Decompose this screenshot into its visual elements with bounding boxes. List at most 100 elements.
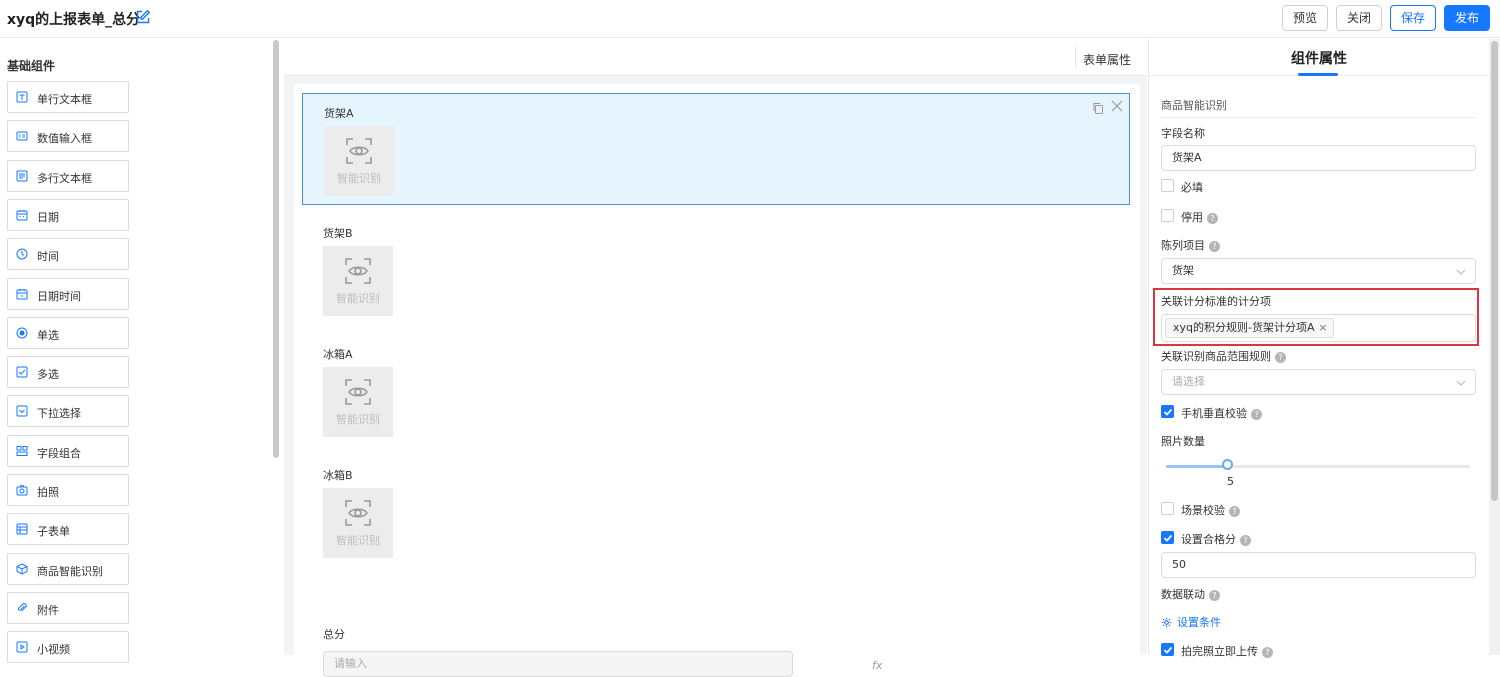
cube-icon [16, 563, 28, 575]
help-icon[interactable]: ? [1251, 409, 1262, 420]
display-item-select[interactable]: 货架 [1161, 258, 1476, 284]
field-name-input[interactable]: 货架A [1161, 145, 1476, 171]
page-scrollbar[interactable] [1489, 39, 1500, 655]
tab-form-properties[interactable]: 表单属性 [1083, 51, 1131, 68]
component-video[interactable]: 小视频 [7, 631, 129, 664]
check-icon [1163, 408, 1173, 416]
tab-component-properties[interactable]: 组件属性 [1149, 48, 1489, 68]
video-icon [16, 641, 28, 653]
component-label: 多选 [37, 368, 59, 382]
scene-check-label: 场景校验? [1181, 502, 1240, 518]
component-cube[interactable]: 商品智能识别 [7, 552, 129, 585]
smart-recognition-widget: 智能识别 [323, 246, 393, 316]
component-datetime[interactable]: 日期时间 [7, 277, 129, 310]
field-label: 冰箱A [323, 348, 353, 361]
scrollbar-thumb[interactable] [1491, 41, 1498, 501]
component-paperclip[interactable]: 附件 [7, 591, 129, 624]
scoring-item-label: 关联计分标准的计分项 [1161, 295, 1271, 308]
photo-count-slider[interactable] [1166, 465, 1470, 468]
slider-handle[interactable] [1221, 459, 1233, 470]
help-icon[interactable]: ? [1229, 506, 1240, 517]
component-label: 拍照 [37, 486, 59, 499]
disabled-label: 停用? [1181, 209, 1218, 225]
component-checkbox[interactable]: 多选 [7, 356, 129, 389]
component-label: 时间 [37, 250, 59, 264]
component-label: 附件 [37, 603, 59, 617]
component-label: 子表单 [37, 525, 70, 539]
component-label: 商品智能识别 [37, 564, 103, 578]
component-label: 单选 [37, 328, 59, 342]
form-canvas-area: 表单属性 货架A 智能识别 货架B 智能识别 冰箱A 智能识别 冰箱B 智能识别 总分 请输入… [284, 39, 1147, 677]
set-condition-link[interactable]: 设置条件 [1161, 614, 1221, 630]
photo-count-value: 5 [1227, 475, 1234, 488]
help-icon[interactable]: ? [1207, 213, 1218, 224]
edit-icon[interactable] [135, 9, 151, 25]
component-number[interactable]: 数值输入框 [7, 120, 129, 153]
help-icon[interactable]: ? [1262, 647, 1273, 658]
scene-check-checkbox[interactable] [1161, 502, 1174, 515]
component-clock[interactable]: 时间 [7, 238, 129, 271]
component-camera[interactable]: 拍照 [7, 474, 129, 506]
check-icon [1163, 534, 1173, 542]
calendar-icon [16, 209, 28, 221]
preview-button[interactable]: 预览 [1282, 5, 1328, 31]
tag-close-icon[interactable]: × [1318, 319, 1327, 337]
component-textarea[interactable]: 多行文本框 [7, 159, 129, 192]
publish-button[interactable]: 发布 [1444, 5, 1490, 31]
form-field[interactable]: 冰箱B 智能识别 [302, 456, 1130, 568]
component-subform[interactable]: 子表单 [7, 513, 129, 546]
component-calendar[interactable]: 日期 [7, 198, 129, 231]
widget-text: 智能识别 [336, 534, 380, 547]
pass-score-input[interactable]: 50 [1161, 552, 1476, 578]
photo-count-label: 照片数量 [1161, 435, 1205, 448]
component-dropdown[interactable]: 下拉选择 [7, 395, 129, 428]
component-label: 多行文本框 [37, 171, 92, 185]
help-icon[interactable]: ? [1240, 535, 1251, 546]
active-tab-underline [1298, 73, 1338, 76]
tab-divider [1075, 47, 1076, 67]
data-link-label: 数据联动? [1161, 586, 1220, 602]
fx-button[interactable]: fx [872, 659, 882, 672]
vertical-check-checkbox[interactable] [1161, 405, 1174, 418]
component-label: 下拉选择 [37, 407, 81, 421]
disabled-checkbox[interactable] [1161, 209, 1174, 222]
scoring-tag: xyq的积分规则-货架计分项A × [1165, 318, 1334, 338]
total-label: 总分 [323, 628, 345, 641]
component-group[interactable]: 字段组合 [7, 434, 129, 467]
clock-icon [16, 248, 28, 260]
properties-panel: 组件属性 商品智能识别 字段名称 货架A 必填 停用? 陈列项目? 货架 关联计… [1148, 39, 1489, 658]
widget-text: 智能识别 [336, 413, 380, 426]
close-icon[interactable] [1111, 100, 1123, 112]
form-field[interactable]: 货架A 智能识别 [302, 93, 1130, 205]
eye-scan-icon [346, 138, 372, 164]
properties-tabbar: 组件属性 [1149, 39, 1489, 76]
form-title: xyq的上报表单_总分 [7, 12, 141, 28]
required-checkbox[interactable] [1161, 179, 1174, 192]
help-icon[interactable]: ? [1209, 241, 1220, 252]
radio-icon [16, 327, 28, 339]
gear-icon [1161, 617, 1172, 628]
paperclip-icon [17, 603, 27, 612]
component-text[interactable]: 单行文本框 [7, 81, 129, 113]
palette-scrollbar[interactable] [273, 40, 279, 458]
section-divider [1161, 117, 1476, 118]
upload-checkbox[interactable] [1161, 643, 1174, 656]
smart-recognition-widget: 智能识别 [323, 367, 393, 437]
vertical-check-label: 手机垂直校验? [1181, 405, 1262, 421]
help-icon[interactable]: ? [1275, 352, 1286, 363]
scope-rule-select[interactable]: 请选择 [1161, 369, 1476, 395]
top-bar: xyq的上报表单_总分 预览 关闭 保存 发布 [0, 0, 1500, 38]
checkbox-icon [16, 366, 28, 378]
component-radio[interactable]: 单选 [7, 316, 129, 349]
close-button[interactable]: 关闭 [1336, 5, 1382, 31]
form-field[interactable]: 货架B 智能识别 [302, 214, 1130, 326]
field-label: 冰箱B [323, 469, 353, 482]
check-icon [1163, 646, 1173, 654]
eye-scan-icon [345, 258, 371, 284]
copy-icon[interactable] [1092, 102, 1104, 114]
field-label: 货架B [323, 227, 353, 240]
form-field[interactable]: 冰箱A 智能识别 [302, 335, 1130, 447]
help-icon[interactable]: ? [1209, 590, 1220, 601]
save-button[interactable]: 保存 [1390, 5, 1436, 31]
pass-score-checkbox[interactable] [1161, 531, 1174, 544]
